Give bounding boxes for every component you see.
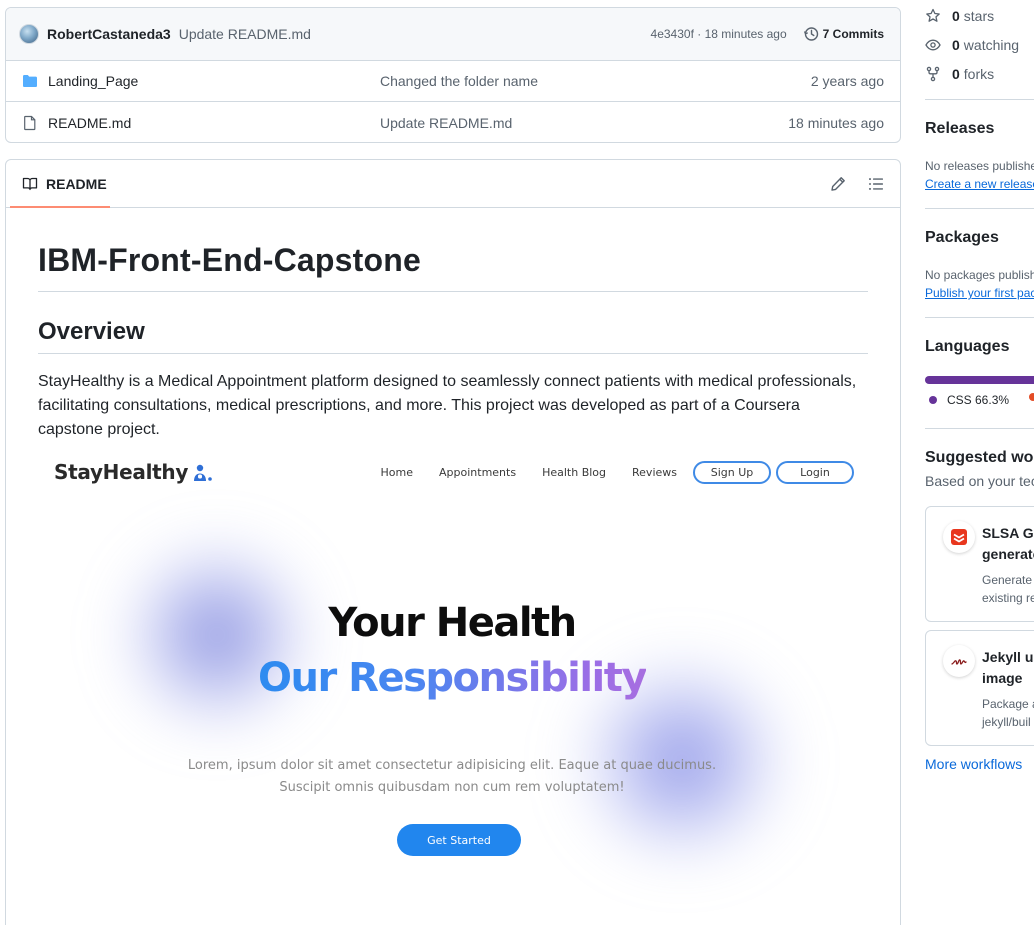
stars-stat[interactable]: 0 stars <box>925 1 1034 30</box>
releases-heading[interactable]: Releases <box>925 120 994 138</box>
preview-logo: StayHealthy <box>54 460 213 484</box>
forks-count: 0 <box>952 65 960 82</box>
file-row-landing-page[interactable]: Landing_Page Changed the folder name 2 y… <box>6 61 900 102</box>
preview-nav-home: Home <box>380 465 414 479</box>
releases-section: Releases No releases publishe Create a n… <box>925 99 1034 209</box>
language-other[interactable] <box>1029 393 1034 401</box>
doctor-icon <box>191 463 213 481</box>
readme-body: IBM-Front-End-Capstone Overview StayHeal… <box>6 242 900 442</box>
preview-headline-2-text: Our Responsibility <box>258 655 647 701</box>
overview-text: StayHealthy is a Medical Appointment pla… <box>38 373 857 438</box>
file-name[interactable]: README.md <box>48 115 380 131</box>
languages-bar <box>925 376 1034 384</box>
stars-label: stars <box>963 7 995 24</box>
latest-commit-bar: RobertCastaneda3 Update README.md 4e3430… <box>6 8 900 61</box>
eye-icon <box>925 39 941 50</box>
fork-icon <box>926 66 940 81</box>
workflow-description: Package a jekyll/buil <box>982 695 1034 731</box>
book-icon <box>22 177 38 190</box>
commits-history-link[interactable]: 7 Commits <box>803 26 884 42</box>
outline-list-icon[interactable] <box>868 176 884 192</box>
preview-logo-text: StayHealthy <box>54 460 189 484</box>
language-color-dot <box>929 396 937 404</box>
tab-readme-label: README <box>46 175 107 192</box>
commit-author[interactable]: RobertCastaneda3 <box>47 26 171 42</box>
workflows-heading: Suggested wor <box>925 449 1034 466</box>
forks-label: forks <box>963 65 995 82</box>
publish-package-link[interactable]: Publish your first pac <box>925 286 1034 300</box>
workflow-card-slsa[interactable]: SLSA Ge generato Generate existing re <box>925 506 1034 622</box>
star-icon <box>926 8 940 22</box>
workflow-desc-line2: jekyll/buil <box>982 715 1031 729</box>
preview-menu: Home Appointments Health Blog Reviews Si… <box>355 460 854 484</box>
file-commit-message[interactable]: Update README.md <box>380 115 512 131</box>
workflow-description: Generate existing re <box>982 571 1034 607</box>
file-date: 2 years ago <box>810 73 884 89</box>
workflow-card-jekyll[interactable]: Jekyll us image Package a jekyll/buil <box>925 630 1034 746</box>
packages-heading[interactable]: Packages <box>925 229 999 247</box>
file-name[interactable]: Landing_Page <box>48 73 380 89</box>
language-color-dot <box>1029 393 1034 401</box>
language-css-label: CSS 66.3% <box>947 393 1010 407</box>
workflow-title-line2: image <box>982 670 1023 686</box>
more-workflows-link[interactable]: More workflows <box>925 756 1022 772</box>
create-release-link[interactable]: Create a new release <box>925 177 1034 191</box>
workflow-title: SLSA Ge generato <box>982 523 1034 565</box>
preview-get-started-button: Get Started <box>397 824 521 856</box>
readme-preview-image: StayHealthy Home Appointments Health Blo… <box>32 450 872 925</box>
jekyll-icon <box>943 645 975 677</box>
workflow-title-line1: Jekyll us <box>982 649 1034 665</box>
file-row-readme[interactable]: README.md Update README.md 18 minutes ag… <box>6 102 900 142</box>
slsa-icon <box>943 521 975 553</box>
active-tab-indicator <box>10 206 110 208</box>
readme-header: README <box>6 160 900 208</box>
languages-section: Languages CSS 66.3% <box>925 317 1034 427</box>
repo-sidebar: 0 stars 0 watching 0 forks Releases No rele… <box>925 0 1034 772</box>
file-commit-message[interactable]: Changed the folder name <box>380 73 538 89</box>
preview-headline-1: Your Health <box>328 600 577 646</box>
packages-empty-text: No packages publish <box>925 268 1034 282</box>
language-css[interactable]: CSS 66.3% <box>929 393 1009 407</box>
workflow-desc-line2: existing re <box>982 591 1034 605</box>
languages-heading: Languages <box>925 338 1010 355</box>
file-icon <box>24 115 36 130</box>
workflow-desc-line1: Package a <box>982 697 1034 711</box>
readme-panel: README IBM-Front-End-Capstone Overview S… <box>5 159 901 925</box>
tab-readme[interactable]: README <box>22 160 107 208</box>
workflow-title: Jekyll us image <box>982 647 1034 689</box>
preview-nav-reviews: Reviews <box>632 465 677 479</box>
preview-navbar: StayHealthy Home Appointments Health Blo… <box>54 450 854 494</box>
preview-nav-health-blog: Health Blog <box>542 465 607 479</box>
pencil-icon[interactable] <box>830 176 846 192</box>
preview-headline-2: Our Responsibility <box>32 655 872 701</box>
workflows-subtitle: Based on your tec <box>925 473 1034 489</box>
watching-stat[interactable]: 0 watching <box>925 30 1034 59</box>
packages-section: Packages No packages publish Publish you… <box>925 208 1034 318</box>
workflow-title-line1: SLSA Ge <box>982 525 1034 541</box>
commit-message[interactable]: Update README.md <box>179 26 311 42</box>
readme-title: IBM-Front-End-Capstone <box>38 242 868 292</box>
forks-stat[interactable]: 0 forks <box>925 59 1034 88</box>
workflow-title-line2: generato <box>982 546 1034 562</box>
watching-label: watching <box>963 36 1020 53</box>
commit-hash-time[interactable]: 4e3430f · 18 minutes ago <box>651 27 787 41</box>
file-date: 18 minutes ago <box>788 114 884 131</box>
commits-count-label: 7 Commits <box>822 27 884 41</box>
preview-login-button: Login <box>776 460 854 484</box>
watching-count: 0 <box>952 36 960 53</box>
file-browser: RobertCastaneda3 Update README.md 4e3430… <box>5 7 901 143</box>
folder-icon <box>23 75 37 87</box>
overview-heading: Overview <box>38 318 868 354</box>
preview-signup-button: Sign Up <box>693 460 771 484</box>
preview-lorem: Lorem, ipsum dolor sit amet consectetur … <box>187 758 717 795</box>
preview-nav-appointments: Appointments <box>439 465 517 479</box>
workflow-desc-line1: Generate <box>982 573 1033 587</box>
author-avatar[interactable] <box>19 24 39 44</box>
stars-count: 0 <box>952 7 960 24</box>
releases-empty-text: No releases publishe <box>925 159 1034 173</box>
history-icon <box>803 27 818 41</box>
